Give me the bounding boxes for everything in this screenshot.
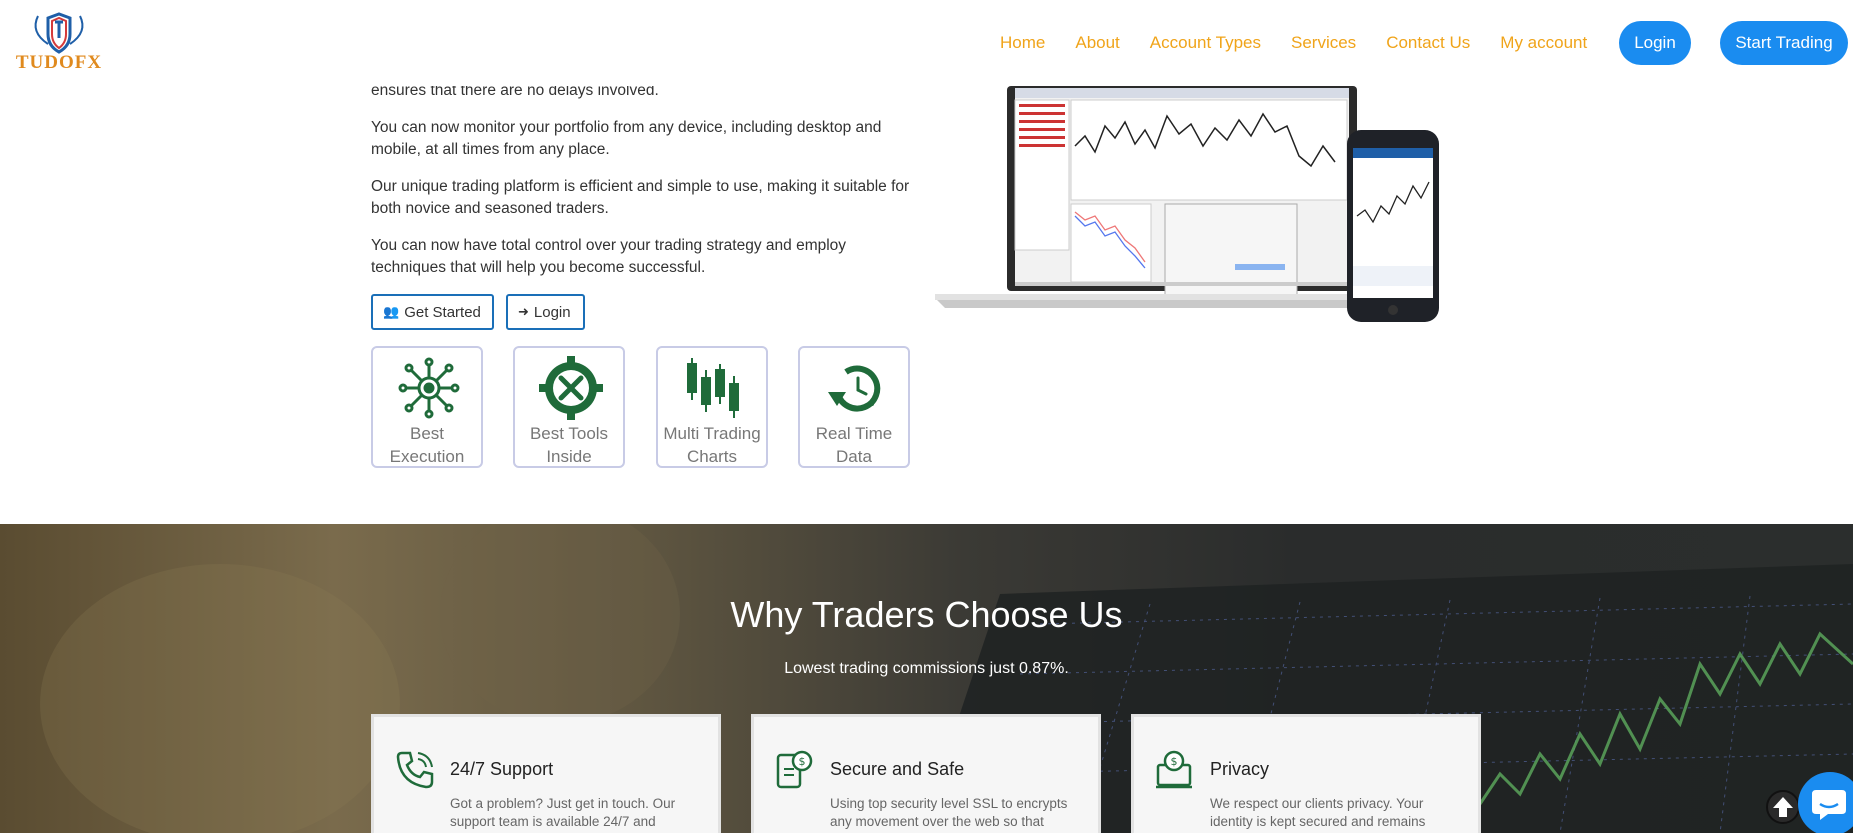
why-subtitle: Lowest trading commissions just 0.87%. bbox=[784, 660, 1069, 677]
sign-in-icon: ➜ bbox=[518, 304, 529, 319]
card-title: Privacy bbox=[1210, 759, 1270, 779]
feature-label: Best Tools Inside bbox=[529, 424, 609, 466]
nav-contact-us[interactable]: Contact Us bbox=[1386, 33, 1470, 53]
svg-text:$: $ bbox=[1171, 755, 1178, 768]
why-traders-section: Why Traders Choose Us Lowest trading com… bbox=[0, 524, 1853, 833]
hero-paragraph: You can now monitor your portfolio from … bbox=[371, 119, 882, 158]
svg-text:$: $ bbox=[799, 755, 806, 768]
feature-real-time-data: Real Time Data bbox=[798, 346, 910, 468]
feature-multi-trading-charts: Multi Trading Charts bbox=[656, 346, 768, 468]
hero-paragraph: You can now have total control over your… bbox=[371, 237, 847, 276]
feature-label: Real Time Data bbox=[815, 424, 893, 466]
nav-account-types[interactable]: Account Types bbox=[1150, 33, 1261, 53]
chat-bubble-icon bbox=[1812, 790, 1846, 820]
nav-about[interactable]: About bbox=[1075, 33, 1119, 53]
nav-services[interactable]: Services bbox=[1291, 33, 1356, 53]
tools-gear-icon bbox=[539, 356, 603, 420]
trading-platform-devices-image bbox=[935, 86, 1439, 322]
hero-description: ensures that there are no delays involve… bbox=[371, 80, 911, 294]
candlestick-icon bbox=[687, 358, 739, 418]
nav-home[interactable]: Home bbox=[1000, 33, 1045, 53]
scroll-to-top-button[interactable] bbox=[1766, 790, 1800, 824]
arrow-up-icon bbox=[1773, 797, 1793, 817]
get-started-label: Get Started bbox=[404, 303, 481, 321]
secure-device-icon: $ bbox=[776, 750, 813, 789]
clock-arrow-icon bbox=[828, 365, 881, 412]
network-gear-icon bbox=[398, 357, 460, 419]
card-text: We respect our clients privacy. Your ide… bbox=[1210, 796, 1426, 829]
main-nav: Home About Account Types Services Contac… bbox=[1000, 22, 1617, 64]
feature-card-support: 24/7 Support Got a problem? Just get in … bbox=[371, 714, 721, 833]
nav-my-account[interactable]: My account bbox=[1500, 33, 1587, 53]
logo-text: TUDOFX bbox=[15, 52, 103, 73]
card-title: 24/7 Support bbox=[450, 759, 554, 779]
feature-label: Best Execution bbox=[389, 424, 465, 466]
card-text: Using top security level SSL to encrypts… bbox=[830, 796, 1068, 829]
live-chat-button[interactable] bbox=[1798, 772, 1853, 833]
header-login-button[interactable]: Login bbox=[1619, 21, 1691, 65]
shield-logo-icon bbox=[34, 12, 84, 54]
feature-card-privacy: $ Privacy We respect our clients privacy… bbox=[1131, 714, 1481, 833]
brand-logo[interactable]: TUDOFX bbox=[8, 12, 110, 74]
feature-best-execution: Best Execution bbox=[371, 346, 483, 468]
privacy-icon: $ bbox=[1156, 750, 1192, 789]
get-started-button[interactable]: 👥 Get Started bbox=[371, 294, 494, 330]
start-trading-button[interactable]: Start Trading bbox=[1720, 21, 1848, 65]
feature-best-tools: Best Tools Inside bbox=[513, 346, 625, 468]
card-text: Got a problem? Just get in touch. Our su… bbox=[450, 796, 676, 829]
hero-login-button[interactable]: ➜ Login bbox=[506, 294, 585, 330]
hero-paragraph: Our unique trading platform is efficient… bbox=[371, 178, 910, 217]
hero-login-label: Login bbox=[533, 303, 571, 321]
feature-label: Multi Trading Charts bbox=[663, 424, 761, 466]
phone-icon bbox=[396, 751, 434, 789]
why-title: Why Traders Choose Us bbox=[730, 594, 1123, 635]
users-icon: 👥 bbox=[383, 304, 400, 319]
site-header: TUDOFX Home About Account Types Services… bbox=[0, 0, 1853, 86]
card-title: Secure and Safe bbox=[830, 759, 965, 779]
feature-card-secure: $ Secure and Safe Using top security lev… bbox=[751, 714, 1101, 833]
